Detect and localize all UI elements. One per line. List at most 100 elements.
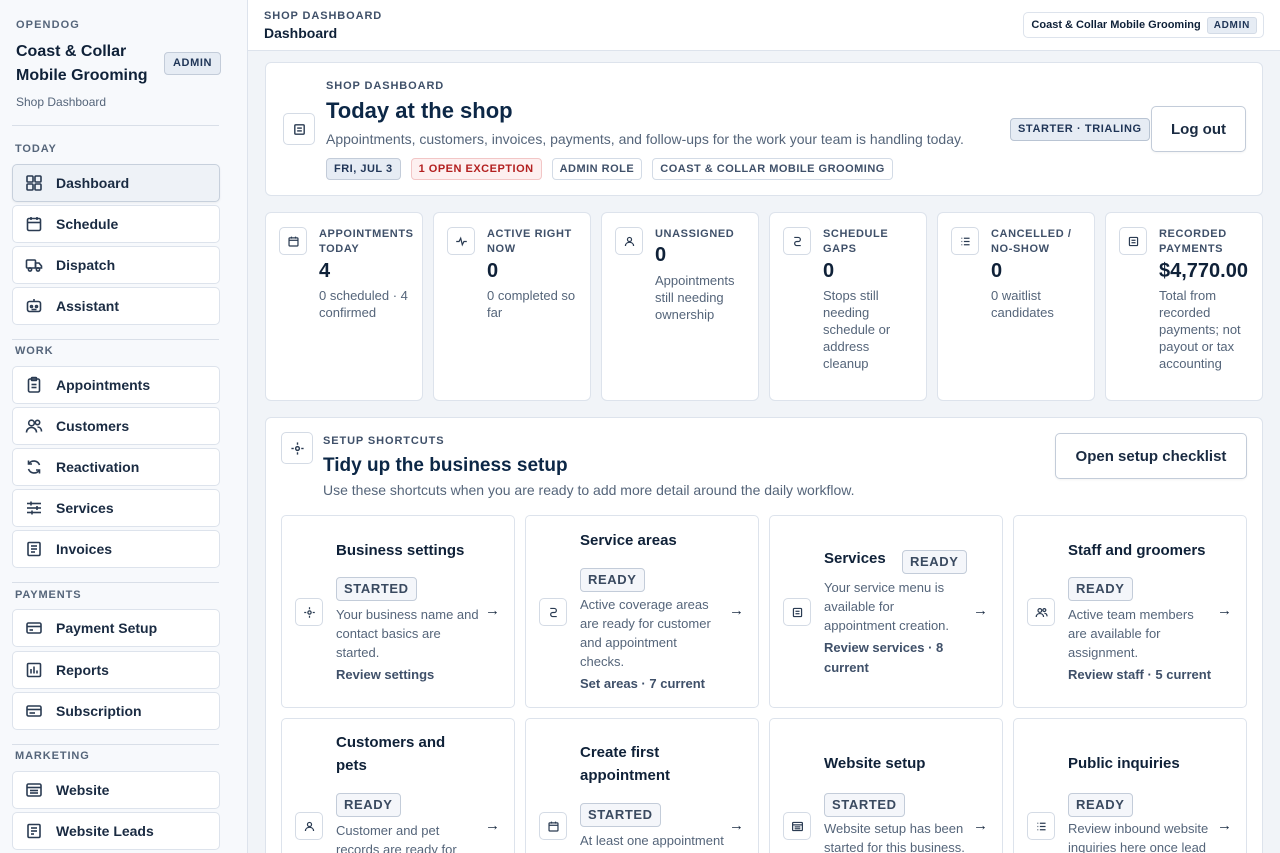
stat-card-payments[interactable]: Recorded payments $4,770.00 Total from r… bbox=[1105, 212, 1263, 401]
route-icon bbox=[539, 598, 567, 626]
role-badge: ADMIN bbox=[164, 52, 222, 75]
sidebar-item-appointments[interactable]: Appointments bbox=[12, 366, 220, 404]
sidebar-item-website-leads[interactable]: Website Leads bbox=[12, 812, 220, 850]
website-icon bbox=[783, 812, 811, 840]
hero-subtitle: Appointments, customers, invoices, payme… bbox=[326, 131, 964, 147]
sidebar: OPENDOG Coast & Collar Mobile Grooming A… bbox=[0, 0, 248, 853]
sidebar-item-label: Payment Setup bbox=[56, 620, 158, 636]
status-badge: READY bbox=[580, 568, 645, 592]
sidebar-divider bbox=[12, 125, 219, 126]
stat-card-appointments[interactable]: Appointments today 4 0 scheduled · 4 con… bbox=[265, 212, 423, 401]
website-icon bbox=[23, 779, 45, 801]
page-title: Dashboard bbox=[264, 25, 338, 41]
arrow-right-icon: → bbox=[729, 602, 744, 619]
tile-description: Your service menu is available for appoi… bbox=[824, 580, 950, 633]
sidebar-item-customers[interactable]: Customers bbox=[12, 407, 220, 445]
dashboard-icon bbox=[23, 172, 45, 194]
setup-tile-service-areas[interactable]: Service areas READY Active coverage area… bbox=[525, 515, 759, 708]
sidebar-item-website[interactable]: Website bbox=[12, 771, 220, 809]
users-icon bbox=[1027, 598, 1055, 626]
arrow-right-icon: → bbox=[485, 817, 500, 834]
status-badge: READY bbox=[336, 793, 401, 817]
stat-label: Unassigned bbox=[655, 228, 735, 240]
status-badge: STARTED bbox=[580, 803, 661, 827]
tile-description: Your business name and contact basics ar… bbox=[336, 607, 479, 660]
setup-tile-public-inquiries[interactable]: Public inquiries READY Review inbound we… bbox=[1013, 718, 1247, 853]
invoice-icon bbox=[23, 538, 45, 560]
setup-eyebrow: SETUP SHORTCUTS bbox=[323, 435, 445, 447]
sidebar-item-assistant[interactable]: Assistant bbox=[12, 287, 220, 325]
user-icon bbox=[295, 812, 323, 840]
setup-tile-website-setup[interactable]: Website setup STARTED Website setup has … bbox=[769, 718, 1003, 853]
receipt-icon bbox=[783, 598, 811, 626]
sidebar-item-invoices[interactable]: Invoices bbox=[12, 530, 220, 568]
sidebar-item-label: Reactivation bbox=[56, 459, 140, 475]
settings-icon bbox=[295, 598, 323, 626]
sidebar-item-label: Subscription bbox=[56, 703, 142, 719]
sidebar-item-services[interactable]: Services bbox=[12, 489, 220, 527]
sidebar-item-dashboard[interactable]: Dashboard bbox=[12, 164, 220, 202]
sidebar-divider bbox=[12, 582, 219, 583]
brand-name: OPENDOG bbox=[16, 19, 80, 31]
leads-icon bbox=[23, 820, 45, 842]
sidebar-item-subscription[interactable]: Subscription bbox=[12, 692, 220, 730]
open-setup-checklist-button[interactable]: Open setup checklist bbox=[1055, 433, 1247, 479]
sidebar-item-label: Services bbox=[56, 500, 114, 516]
receipt-icon bbox=[1119, 227, 1147, 255]
stat-description: Appointments still needing ownership bbox=[655, 273, 735, 322]
tile-title: Business settings bbox=[336, 542, 465, 559]
tile-link[interactable]: Review services · 8 current bbox=[824, 638, 974, 678]
arrow-right-icon: → bbox=[973, 602, 988, 619]
setup-tile-first-appointment[interactable]: Create first appointment STARTED At leas… bbox=[525, 718, 759, 853]
stat-value: 0 bbox=[823, 260, 835, 282]
sidebar-item-dispatch[interactable]: Dispatch bbox=[12, 246, 220, 284]
arrow-right-icon: → bbox=[729, 817, 744, 834]
setup-tile-customers-pets[interactable]: Customers and pets READY Customer and pe… bbox=[281, 718, 515, 853]
stat-value: 0 bbox=[487, 260, 499, 282]
tile-title: Staff and groomers bbox=[1068, 542, 1206, 559]
tile-link[interactable]: Review staff · 5 current bbox=[1068, 665, 1228, 685]
arrow-right-icon: → bbox=[1217, 602, 1232, 619]
sidebar-item-label: Invoices bbox=[56, 541, 113, 557]
sidebar-divider bbox=[12, 744, 219, 745]
tile-description: At least one appointment bbox=[580, 833, 724, 848]
stat-card-cancelled[interactable]: Cancelled / no-show 0 0 waitlist candida… bbox=[937, 212, 1095, 401]
stat-value: 4 bbox=[319, 260, 331, 282]
tile-title: Service areas bbox=[580, 532, 677, 549]
logout-button[interactable]: Log out bbox=[1151, 106, 1246, 152]
stat-card-schedule-gaps[interactable]: Schedule gaps 0 Stops still needing sche… bbox=[769, 212, 927, 401]
list-icon bbox=[1027, 812, 1055, 840]
stat-card-active[interactable]: Active right now 0 0 completed so far bbox=[433, 212, 591, 401]
account-role-badge: ADMIN bbox=[1206, 16, 1257, 34]
route-icon bbox=[783, 227, 811, 255]
account-switcher[interactable]: Coast & Collar Mobile Grooming ADMIN bbox=[1023, 12, 1264, 38]
stat-card-unassigned[interactable]: Unassigned 0 Appointments still needing … bbox=[601, 212, 759, 401]
date-chip: FRI, JUL 3 bbox=[326, 158, 401, 180]
sidebar-item-label: Assistant bbox=[56, 298, 120, 314]
list-icon bbox=[951, 227, 979, 255]
settings-icon bbox=[281, 432, 313, 464]
stat-value: 0 bbox=[991, 260, 1003, 282]
sidebar-item-payment-setup[interactable]: Payment Setup bbox=[12, 609, 220, 647]
hero-eyebrow: SHOP DASHBOARD bbox=[326, 80, 445, 92]
setup-tile-staff[interactable]: Staff and groomers READY Active team mem… bbox=[1013, 515, 1247, 708]
sidebar-item-reactivation[interactable]: Reactivation bbox=[12, 448, 220, 486]
tile-description: Review inbound website inquiries here on… bbox=[1068, 821, 1209, 853]
clipboard-icon bbox=[23, 374, 45, 396]
tile-link[interactable]: Set areas · 7 current bbox=[580, 674, 730, 694]
tile-title: Create first appointment bbox=[580, 744, 670, 784]
status-badge: READY bbox=[1068, 793, 1133, 817]
role-chip: ADMIN ROLE bbox=[551, 158, 643, 180]
sidebar-item-reports[interactable]: Reports bbox=[12, 651, 220, 689]
status-badge: STARTED bbox=[824, 793, 905, 817]
stat-value: $4,770.00 bbox=[1159, 260, 1248, 282]
credit-card-icon bbox=[23, 617, 45, 639]
exception-chip[interactable]: 1 OPEN EXCEPTION bbox=[410, 158, 542, 180]
tile-title: Customers and pets bbox=[336, 734, 446, 774]
arrow-right-icon: → bbox=[1217, 817, 1232, 834]
stat-label: Active right now bbox=[487, 228, 572, 255]
sidebar-item-schedule[interactable]: Schedule bbox=[12, 205, 220, 243]
tile-link[interactable]: Review settings bbox=[336, 665, 486, 685]
setup-tile-services[interactable]: Services READY Your service menu is avai… bbox=[769, 515, 1003, 708]
setup-tile-business-settings[interactable]: Business settings STARTED Your business … bbox=[281, 515, 515, 708]
